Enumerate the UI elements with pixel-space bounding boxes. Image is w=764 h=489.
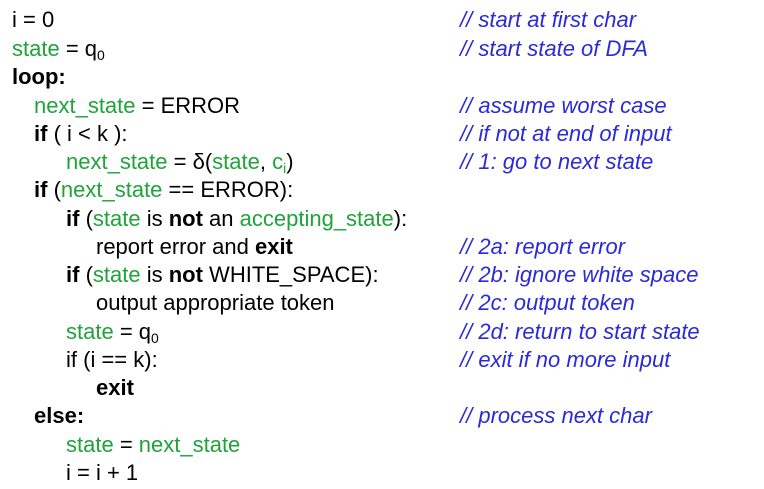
comment: // 2d: return to start state <box>460 319 700 344</box>
transition: next_state = δ(state, ci) <box>66 148 294 176</box>
open-paren: ( <box>47 177 61 202</box>
colon-paren: ): <box>393 206 408 231</box>
code-line: if (state is not WHITE_SPACE): // 2b: ig… <box>0 261 764 289</box>
state-var: state <box>92 262 141 287</box>
state-var: state <box>212 149 260 174</box>
open-paren: ( <box>79 262 93 287</box>
exit-keyword: exit <box>96 375 134 400</box>
if-error: if (next_state == ERROR): <box>34 176 293 204</box>
loop-keyword: loop: <box>12 64 66 89</box>
code-line: next_state = ERROR // assume worst case <box>0 92 764 120</box>
code-line: output appropriate token // 2c: output t… <box>0 289 764 317</box>
code-line: state = q0 // start state of DFA <box>0 35 764 63</box>
state-var: state <box>66 319 114 344</box>
assign-q: = q <box>113 319 152 344</box>
comment: // start at first char <box>460 7 637 32</box>
if-keyword: if <box>66 262 80 287</box>
whitespace-text: WHITE_SPACE): <box>202 262 379 287</box>
report-text: report error and <box>96 234 255 259</box>
code-line: next_state = δ(state, ci) // 1: go to ne… <box>0 148 764 176</box>
if-keyword: if <box>34 121 48 146</box>
output-token: output appropriate token <box>96 290 335 315</box>
if-keyword: if <box>34 177 48 202</box>
code-line: if (i == k): // exit if no more input <box>0 346 764 374</box>
assume-error: next_state = ERROR <box>34 92 240 120</box>
report-error: report error and exit <box>96 233 293 261</box>
delta-call: = δ( <box>167 149 213 174</box>
if-not-accepting: if (state is not an accepting_state): <box>66 205 407 233</box>
comment: // 1: go to next state <box>460 149 654 174</box>
assign-error: = ERROR <box>135 93 241 118</box>
code-line: if ( i < k ): // if not at end of input <box>0 120 764 148</box>
code-line: state = next_state <box>0 431 764 459</box>
comma: , <box>259 149 273 174</box>
code-line: report error and exit // 2a: report erro… <box>0 233 764 261</box>
char-var: c <box>272 149 284 174</box>
next-state-var: next_state <box>138 432 241 457</box>
comment: // if not at end of input <box>460 121 672 146</box>
comment: // 2c: output token <box>460 290 635 315</box>
comment: // process next char <box>460 403 652 428</box>
init-index: i = 0 <box>12 7 55 32</box>
condition: ( i < k ): <box>47 121 128 146</box>
subscript: 0 <box>97 47 105 63</box>
not-keyword: not <box>168 262 203 287</box>
comment: // exit if no more input <box>460 347 671 372</box>
increment-index: i = i + 1 <box>66 460 139 485</box>
code-line: if (state is not an accepting_state): <box>0 205 764 233</box>
code-line: if (next_state == ERROR): <box>0 176 764 204</box>
condition: == ERROR): <box>162 177 294 202</box>
advance-state: state = next_state <box>66 431 240 459</box>
next-state-var: next_state <box>60 177 163 202</box>
is-text: is <box>140 262 169 287</box>
exit-keyword: exit <box>254 234 293 259</box>
accepting-state-var: accepting_state <box>239 206 394 231</box>
not-keyword: not <box>168 206 203 231</box>
equals: = <box>113 432 139 457</box>
init-state: state = q0 <box>12 35 105 63</box>
comment: // 2b: ignore white space <box>460 262 699 287</box>
code-line: state = q0 // 2d: return to start state <box>0 318 764 346</box>
open-paren: ( <box>79 206 93 231</box>
comment: // 2a: report error <box>460 234 626 259</box>
comment: // assume worst case <box>460 93 667 118</box>
code-line: else: // process next char <box>0 402 764 430</box>
state-var: state <box>12 36 60 61</box>
code-line: exit <box>0 374 764 402</box>
subscript: 0 <box>151 330 159 346</box>
else-keyword: else: <box>34 403 85 428</box>
code-line: i = i + 1 <box>0 459 764 487</box>
reset-state: state = q0 <box>66 318 159 346</box>
code-line: loop: <box>0 63 764 91</box>
close-paren: ) <box>286 149 294 174</box>
assign-q: = q <box>59 36 98 61</box>
state-var: state <box>92 206 141 231</box>
if-end: if (i == k): <box>66 347 158 372</box>
code-line: i = 0 // start at first char <box>0 6 764 34</box>
comment: // start state of DFA <box>460 36 648 61</box>
is-text: is <box>140 206 169 231</box>
next-state-var: next_state <box>34 93 136 118</box>
state-var: state <box>66 432 114 457</box>
an-text: an <box>202 206 240 231</box>
if-keyword: if <box>66 206 80 231</box>
if-not-whitespace: if (state is not WHITE_SPACE): <box>66 261 379 289</box>
if-not-end: if ( i < k ): <box>34 120 128 148</box>
next-state-var: next_state <box>66 149 168 174</box>
